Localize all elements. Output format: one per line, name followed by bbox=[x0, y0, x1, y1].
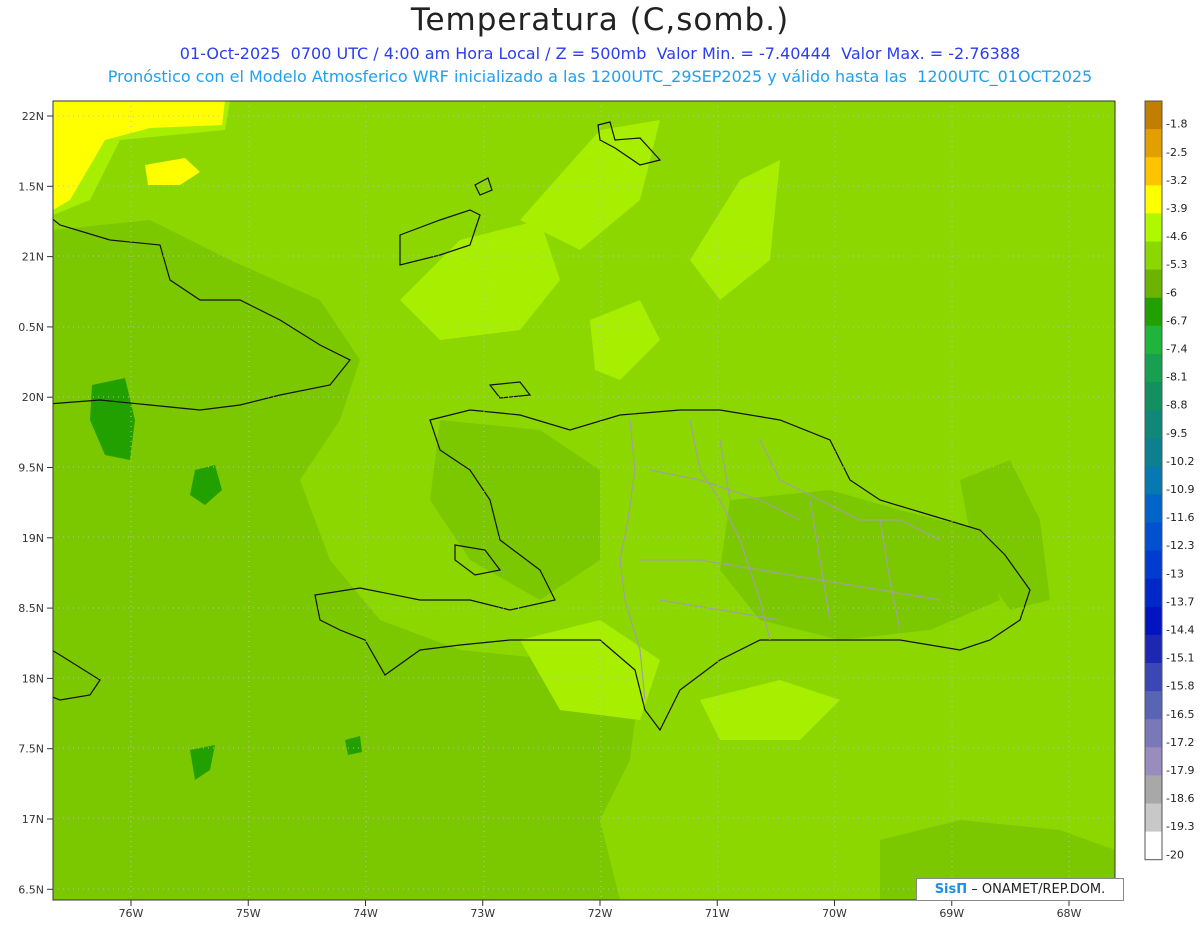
colorbar-label: -12.3 bbox=[1166, 539, 1194, 552]
colorbar-label: -17.9 bbox=[1166, 764, 1194, 777]
colorbar-label: -15.8 bbox=[1166, 680, 1194, 693]
lon-tick-label: 76W bbox=[119, 907, 144, 920]
colorbar-swatch bbox=[1145, 775, 1162, 804]
colorbar-swatch bbox=[1145, 185, 1162, 214]
lon-tick-label: 68W bbox=[1057, 907, 1082, 920]
lon-tick-label: 75W bbox=[236, 907, 261, 920]
colorbar-swatch bbox=[1145, 831, 1162, 861]
colorbar-swatch bbox=[1145, 803, 1162, 833]
lat-tick-label: 21N bbox=[22, 251, 44, 264]
colorbar-label: -13 bbox=[1166, 567, 1184, 580]
lat-tick-label: 8.5N bbox=[18, 602, 44, 615]
subtitle-model-info: Pronóstico con el Modelo Atmosferico WRF… bbox=[107, 67, 1093, 86]
colorbar-swatch bbox=[1145, 410, 1162, 439]
lat-tick-label: 17N bbox=[22, 813, 44, 826]
colorbar-label: -14.4 bbox=[1166, 623, 1194, 636]
colorbar-swatch bbox=[1145, 663, 1162, 692]
colorbar-swatch bbox=[1145, 634, 1162, 664]
colorbar-label: -10.2 bbox=[1166, 455, 1194, 468]
colorbar-swatch bbox=[1145, 269, 1162, 299]
colorbar-swatch bbox=[1145, 353, 1162, 383]
colorbar-label: -13.7 bbox=[1166, 595, 1194, 608]
colorbar: -1.8 -2.5 -3.2 -3.9 -4.6 -5.3 -6 -6.7 -7.4 -8.1 -8… bbox=[1144, 100, 1194, 861]
colorbar-swatch bbox=[1145, 101, 1162, 130]
sispi-logo: SisΠ bbox=[934, 882, 968, 897]
colorbar-label: -19.3 bbox=[1166, 820, 1194, 833]
lon-tick-label: 70W bbox=[822, 907, 847, 920]
credit-text: – ONAMET/REP.DOM. bbox=[971, 882, 1106, 897]
lat-tick-label: 1.5N bbox=[18, 180, 44, 193]
colorbar-label: -11.6 bbox=[1166, 511, 1194, 524]
colorbar-label: -2.5 bbox=[1166, 146, 1187, 159]
lat-tick-label: 7.5N bbox=[18, 743, 44, 756]
colorbar-label: -3.2 bbox=[1166, 174, 1187, 187]
colorbar-label: -5.3 bbox=[1166, 258, 1187, 271]
colorbar-swatch bbox=[1145, 494, 1162, 523]
colorbar-label: -15.1 bbox=[1166, 652, 1194, 665]
colorbar-label: -3.9 bbox=[1166, 202, 1187, 215]
colorbar-label: -16.5 bbox=[1166, 708, 1194, 721]
colorbar-label: -8.1 bbox=[1166, 371, 1187, 384]
temperature-field bbox=[53, 101, 1115, 900]
lat-tick-label: 22N bbox=[22, 110, 44, 123]
lat-tick-label: 18N bbox=[22, 672, 44, 685]
colorbar-swatch bbox=[1145, 719, 1162, 748]
colorbar-label: -18.6 bbox=[1166, 792, 1194, 805]
colorbar-swatch bbox=[1145, 382, 1162, 411]
colorbar-swatch bbox=[1145, 550, 1162, 580]
colorbar-swatch bbox=[1145, 129, 1162, 158]
page-title: Temperatura (C,somb.) bbox=[410, 2, 790, 38]
colorbar-swatch bbox=[1145, 522, 1162, 552]
credit-box: SisΠ – ONAMET/REP.DOM. bbox=[916, 878, 1124, 901]
subtitle-valid-time: 01-Oct-2025 0700 UTC / 4:00 am Hora Loca… bbox=[179, 44, 1021, 63]
colorbar-swatch bbox=[1145, 466, 1162, 495]
colorbar-label: -1.8 bbox=[1166, 118, 1187, 131]
lat-tick-label: 20N bbox=[22, 391, 44, 404]
lon-tick-label: 71W bbox=[705, 907, 730, 920]
lon-tick-label: 72W bbox=[588, 907, 613, 920]
colorbar-swatch bbox=[1145, 606, 1162, 636]
colorbar-swatch bbox=[1145, 438, 1162, 467]
longitude-labels: 76W 75W 74W 73W 72W 71W 70W 69W 68W bbox=[119, 900, 1082, 920]
colorbar-label: -8.8 bbox=[1166, 399, 1187, 412]
colorbar-swatch bbox=[1145, 241, 1162, 271]
colorbar-label: -6.7 bbox=[1166, 314, 1187, 327]
colorbar-swatch bbox=[1145, 213, 1162, 242]
lon-tick-label: 69W bbox=[939, 907, 964, 920]
colorbar-label: -9.5 bbox=[1166, 427, 1187, 440]
lat-tick-label: 0.5N bbox=[18, 321, 44, 334]
colorbar-label: -4.6 bbox=[1166, 230, 1187, 243]
latitude-labels: 22N 1.5N 21N 0.5N 20N 9.5N 19N 8.5N 18N 7.5N 17N 6.… bbox=[18, 110, 53, 896]
colorbar-swatch bbox=[1145, 297, 1162, 327]
colorbar-label: -20 bbox=[1166, 848, 1184, 861]
colorbar-label: -10.9 bbox=[1166, 483, 1194, 496]
temperature-map: 22N 1.5N 21N 0.5N 20N 9.5N 19N 8.5N 18N 7.5N 17N 6.… bbox=[18, 100, 1194, 920]
lon-tick-label: 73W bbox=[470, 907, 495, 920]
lat-tick-label: 19N bbox=[22, 532, 44, 545]
colorbar-label: -7.4 bbox=[1166, 342, 1187, 355]
colorbar-label: -17.2 bbox=[1166, 736, 1194, 749]
colorbar-label: -6 bbox=[1166, 286, 1177, 299]
colorbar-swatch bbox=[1145, 325, 1162, 355]
lon-tick-label: 74W bbox=[353, 907, 378, 920]
colorbar-swatch bbox=[1145, 578, 1162, 608]
colorbar-swatch bbox=[1145, 691, 1162, 720]
colorbar-swatch bbox=[1145, 747, 1162, 776]
colorbar-swatch bbox=[1145, 157, 1162, 186]
lat-tick-label: 9.5N bbox=[18, 462, 44, 475]
lat-tick-label: 6.5N bbox=[18, 883, 44, 896]
